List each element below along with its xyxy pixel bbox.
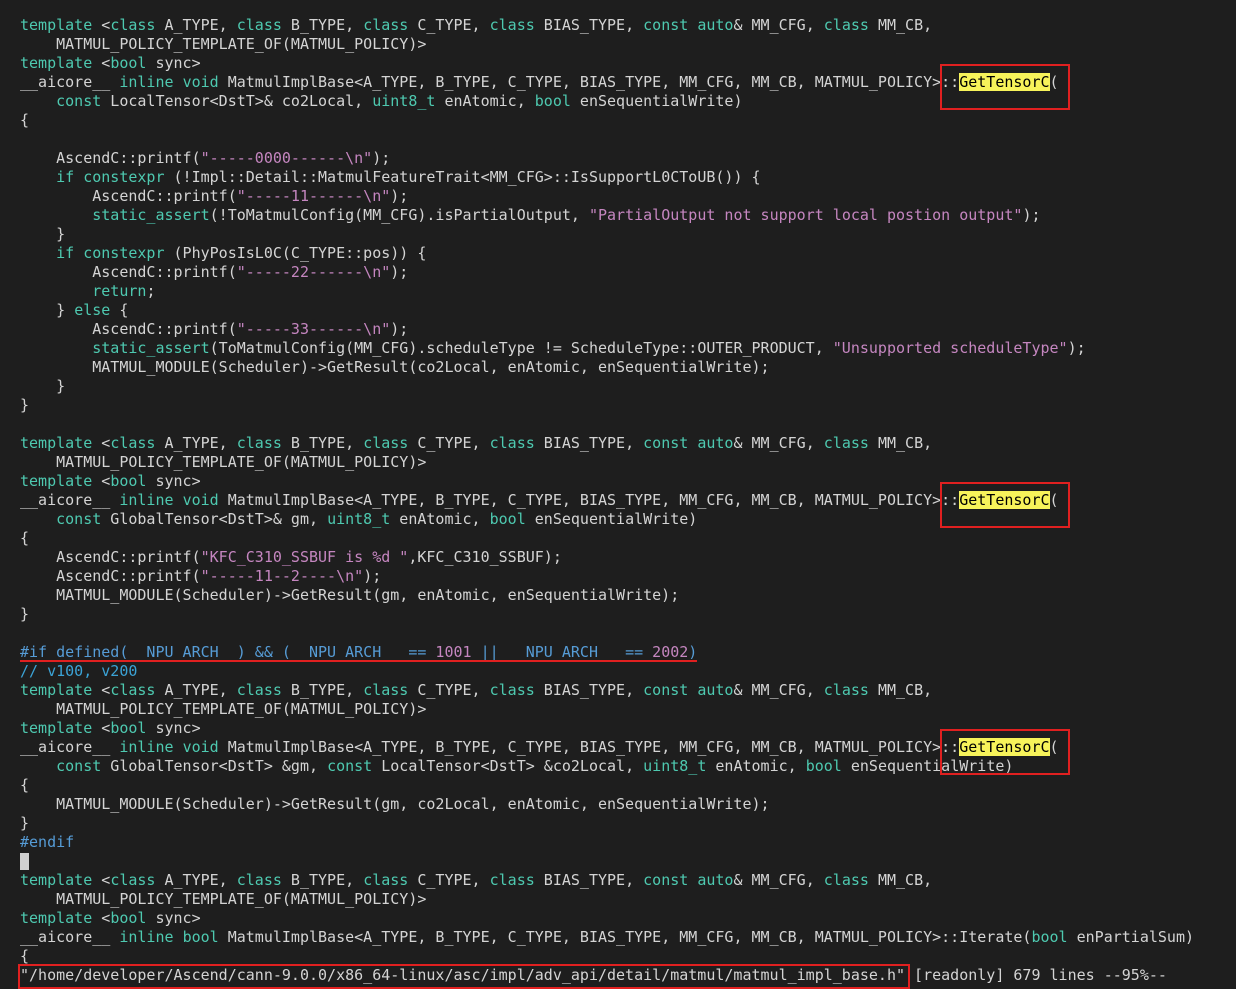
code-line[interactable]: } bbox=[20, 396, 29, 415]
code-line[interactable]: MATMUL_MODULE(Scheduler)->GetResult(co2L… bbox=[20, 358, 769, 377]
code-line[interactable]: const GlobalTensor<DstT>& gm, uint8_t en… bbox=[20, 510, 697, 529]
code-line[interactable]: template <class A_TYPE, class B_TYPE, cl… bbox=[20, 681, 932, 700]
code-line[interactable]: MATMUL_MODULE(Scheduler)->GetResult(gm, … bbox=[20, 586, 679, 605]
code-line[interactable]: AscendC::printf("-----0000------\n"); bbox=[20, 149, 390, 168]
code-line[interactable]: AscendC::printf("-----11------\n"); bbox=[20, 187, 408, 206]
code-line[interactable]: __aicore__ inline bool MatmulImplBase<A_… bbox=[20, 928, 1194, 947]
code-line[interactable]: AscendC::printf("-----22------\n"); bbox=[20, 263, 408, 282]
code-line[interactable]: template <bool sync> bbox=[20, 719, 201, 738]
code-line[interactable]: AscendC::printf("-----33------\n"); bbox=[20, 320, 408, 339]
code-line[interactable]: MATMUL_MODULE(Scheduler)->GetResult(gm, … bbox=[20, 795, 769, 814]
code-line[interactable]: __aicore__ inline void MatmulImplBase<A_… bbox=[20, 73, 1059, 92]
code-line[interactable]: template <bool sync> bbox=[20, 909, 201, 928]
code-line[interactable]: const LocalTensor<DstT>& co2Local, uint8… bbox=[20, 92, 742, 111]
code-line[interactable]: MATMUL_POLICY_TEMPLATE_OF(MATMUL_POLICY)… bbox=[20, 700, 426, 719]
code-line[interactable]: static_assert(ToMatmulConfig(MM_CFG).sch… bbox=[20, 339, 1085, 358]
code-line[interactable]: { bbox=[20, 111, 29, 130]
code-line[interactable]: MATMUL_POLICY_TEMPLATE_OF(MATMUL_POLICY)… bbox=[20, 35, 426, 54]
code-line[interactable]: #endif bbox=[20, 833, 74, 852]
code-line[interactable]: // v100, v200 bbox=[20, 662, 137, 681]
code-line[interactable]: if constexpr (PhyPosIsL0C(C_TYPE::pos)) … bbox=[20, 244, 426, 263]
code-line[interactable]: const GlobalTensor<DstT> &gm, const Loca… bbox=[20, 757, 1013, 776]
code-line[interactable]: __aicore__ inline void MatmulImplBase<A_… bbox=[20, 738, 1059, 757]
file-info: [readonly] 679 lines --95%-- bbox=[905, 966, 1167, 984]
search-match-highlight: GetTensorC bbox=[959, 491, 1050, 509]
code-line[interactable]: #if defined(__NPU_ARCH__) && (__NPU_ARCH… bbox=[20, 643, 697, 662]
status-bar: "/home/developer/Ascend/cann-9.0.0/x86_6… bbox=[20, 966, 1167, 985]
code-line[interactable]: MATMUL_POLICY_TEMPLATE_OF(MATMUL_POLICY)… bbox=[20, 890, 426, 909]
code-line[interactable]: template <class A_TYPE, class B_TYPE, cl… bbox=[20, 434, 932, 453]
code-line[interactable]: static_assert(!ToMatmulConfig(MM_CFG).is… bbox=[20, 206, 1040, 225]
code-line[interactable]: } bbox=[20, 377, 65, 396]
code-line[interactable]: template <class A_TYPE, class B_TYPE, cl… bbox=[20, 16, 932, 35]
code-line[interactable]: return; bbox=[20, 282, 155, 301]
code-line[interactable]: template <class A_TYPE, class B_TYPE, cl… bbox=[20, 871, 932, 890]
search-match-highlight: GetTensorC bbox=[959, 73, 1050, 91]
code-line[interactable]: if constexpr (!Impl::Detail::MatmulFeatu… bbox=[20, 168, 760, 187]
code-line[interactable]: __aicore__ inline void MatmulImplBase<A_… bbox=[20, 491, 1059, 510]
search-match-highlight: GetTensorC bbox=[959, 738, 1050, 756]
code-line[interactable]: } bbox=[20, 814, 29, 833]
code-line[interactable]: { bbox=[20, 947, 29, 966]
code-line[interactable]: } else { bbox=[20, 301, 128, 320]
code-line[interactable]: template <bool sync> bbox=[20, 54, 201, 73]
code-line[interactable]: AscendC::printf("-----11--2----\n"); bbox=[20, 567, 381, 586]
code-line[interactable]: } bbox=[20, 605, 29, 624]
code-line[interactable]: } bbox=[20, 225, 65, 244]
file-path: "/home/developer/Ascend/cann-9.0.0/x86_6… bbox=[20, 966, 906, 984]
code-line[interactable]: { bbox=[20, 776, 29, 795]
code-line[interactable]: { bbox=[20, 529, 29, 548]
text-cursor bbox=[20, 853, 29, 870]
code-line[interactable]: AscendC::printf("KFC_C310_SSBUF is %d ",… bbox=[20, 548, 562, 567]
code-editor[interactable]: template <class A_TYPE, class B_TYPE, cl… bbox=[0, 0, 1236, 989]
code-line[interactable]: template <bool sync> bbox=[20, 472, 201, 491]
code-line[interactable]: MATMUL_POLICY_TEMPLATE_OF(MATMUL_POLICY)… bbox=[20, 453, 426, 472]
